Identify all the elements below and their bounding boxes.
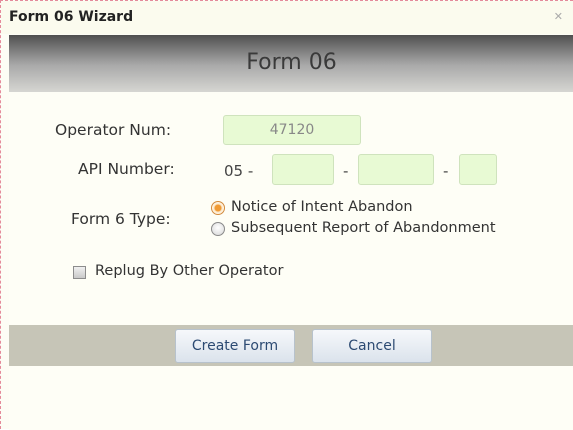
api-segment-2-input[interactable] [358, 154, 434, 185]
form06-wizard-dialog: Form 06 Wizard ✕ Form 06 Operator Num: 4… [0, 0, 573, 430]
operator-num-label: Operator Num: [55, 121, 172, 139]
api-number-label: API Number: [78, 160, 175, 178]
radio-notice-of-intent-abandon[interactable] [211, 201, 225, 215]
form-content: Operator Num: 47120 API Number: 05 - - -… [9, 92, 573, 325]
dialog-title: Form 06 Wizard [9, 9, 134, 25]
radio-notice-label[interactable]: Notice of Intent Abandon [231, 199, 413, 215]
replug-label[interactable]: Replug By Other Operator [95, 263, 283, 279]
dialog-titlebar[interactable]: Form 06 Wizard ✕ [1, 1, 573, 34]
radio-subsequent-label[interactable]: Subsequent Report of Abandonment [231, 220, 496, 236]
api-separator-2: - [443, 162, 449, 180]
form-header: Form 06 [9, 35, 573, 92]
operator-num-field[interactable]: 47120 [223, 115, 361, 145]
dialog-bottom [9, 366, 573, 430]
api-prefix: 05 - [224, 162, 254, 180]
create-form-button[interactable]: Create Form [175, 329, 295, 363]
api-separator-1: - [343, 162, 349, 180]
form-heading: Form 06 [246, 50, 337, 75]
close-icon[interactable]: ✕ [554, 10, 563, 23]
cancel-button[interactable]: Cancel [312, 329, 432, 363]
button-bar: Create Form Cancel [9, 325, 573, 366]
api-segment-1-input[interactable] [272, 154, 334, 185]
replug-checkbox[interactable] [73, 266, 86, 279]
form6-type-label: Form 6 Type: [71, 210, 171, 228]
radio-subsequent-report[interactable] [211, 222, 225, 236]
api-segment-3-input[interactable] [459, 154, 497, 185]
